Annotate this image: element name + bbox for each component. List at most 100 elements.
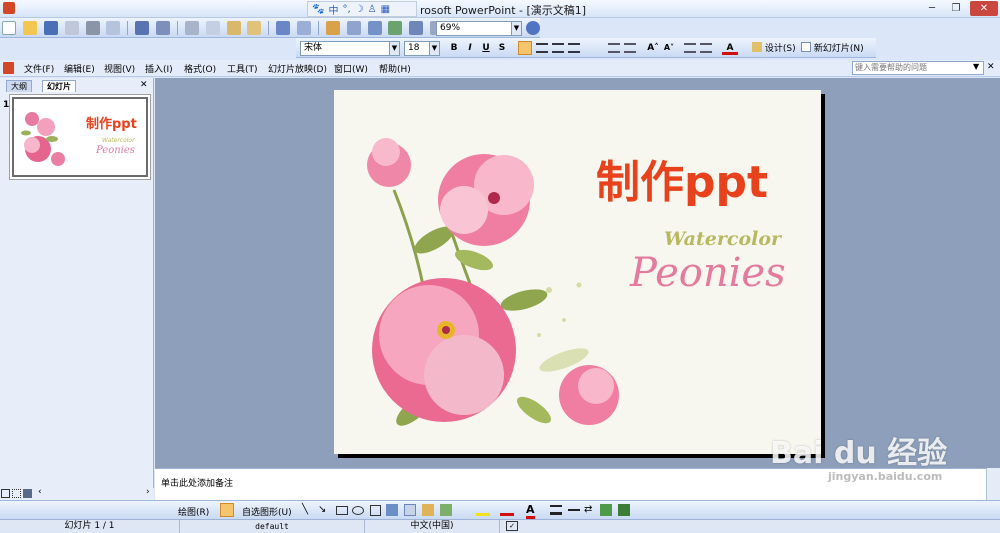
scroll-right-icon[interactable]: › bbox=[146, 487, 150, 497]
ime-mode[interactable]: 中 bbox=[328, 2, 338, 17]
menu-help[interactable]: 帮助(H) bbox=[379, 62, 411, 75]
line-color-icon[interactable] bbox=[500, 504, 514, 516]
menu-format[interactable]: 格式(O) bbox=[184, 62, 216, 75]
bold-button[interactable]: B bbox=[448, 41, 460, 55]
align-center-icon[interactable] bbox=[536, 43, 548, 53]
close-button[interactable]: ✕ bbox=[970, 1, 998, 16]
app-icon[interactable] bbox=[3, 2, 15, 14]
paste-icon[interactable] bbox=[226, 21, 241, 35]
close-pane-icon[interactable]: ✕ bbox=[140, 80, 148, 90]
italic-button[interactable]: I bbox=[464, 41, 476, 55]
spellcheck-icon[interactable]: ✓ bbox=[506, 521, 518, 531]
minimize-button[interactable]: ─ bbox=[920, 1, 944, 16]
help-search-input[interactable]: 键入需要帮助的问题 bbox=[852, 61, 984, 75]
shrink-font-icon[interactable]: A˅ bbox=[662, 41, 676, 55]
slide-thumbnail[interactable]: 制作ppt Watercolor Peonies bbox=[12, 97, 148, 177]
shadow-button[interactable]: S bbox=[496, 41, 508, 55]
align-left-icon[interactable] bbox=[518, 41, 532, 55]
arrow-icon[interactable]: ↘ bbox=[318, 504, 326, 515]
paw-icon[interactable]: 🐾 bbox=[312, 4, 324, 15]
align-right-icon[interactable] bbox=[552, 43, 564, 53]
font-combo[interactable]: 宋体 ▼ bbox=[300, 41, 400, 56]
increase-indent-icon[interactable] bbox=[700, 43, 712, 53]
scroll-left-icon[interactable]: ‹ bbox=[38, 487, 42, 497]
close-doc-icon[interactable]: ✕ bbox=[987, 62, 995, 72]
zoom-combo[interactable]: 69% ▼ bbox=[436, 21, 522, 36]
decrease-indent-icon[interactable] bbox=[684, 43, 696, 53]
slide-subtitle-1[interactable]: Watercolor bbox=[664, 228, 781, 250]
permission-icon[interactable] bbox=[64, 21, 79, 35]
autoshapes-button[interactable]: 自选图形(U) bbox=[242, 505, 292, 518]
bullets-icon[interactable] bbox=[624, 43, 636, 53]
dash-style-icon[interactable] bbox=[568, 509, 580, 511]
diagram-icon[interactable] bbox=[404, 504, 416, 516]
wordart-icon[interactable] bbox=[386, 504, 398, 516]
menu-view[interactable]: 视图(V) bbox=[104, 62, 135, 75]
new-icon[interactable] bbox=[2, 21, 16, 35]
fill-color-icon[interactable] bbox=[476, 504, 490, 516]
open-icon[interactable] bbox=[22, 21, 37, 35]
menu-window[interactable]: 窗口(W) bbox=[334, 62, 368, 75]
tab-slides[interactable]: 幻灯片 bbox=[42, 80, 76, 92]
table-icon[interactable] bbox=[346, 21, 361, 35]
print-icon[interactable] bbox=[85, 21, 100, 35]
tab-outline[interactable]: 大纲 bbox=[6, 80, 32, 92]
chevron-down-icon[interactable]: ▼ bbox=[389, 42, 399, 55]
notes-scrollbar[interactable] bbox=[986, 468, 1000, 500]
vertical-scrollbar[interactable] bbox=[986, 78, 1000, 468]
chart-icon[interactable] bbox=[325, 21, 340, 35]
tables-borders-icon[interactable] bbox=[367, 21, 382, 35]
font-color-icon[interactable]: A bbox=[722, 41, 738, 55]
grid-show-icon[interactable] bbox=[409, 21, 424, 35]
design-button[interactable]: 设计(S) bbox=[752, 41, 796, 54]
draw-menu-button[interactable]: 绘图(R) bbox=[178, 505, 209, 518]
line-style-icon[interactable] bbox=[550, 505, 562, 515]
picture-icon[interactable] bbox=[440, 504, 452, 516]
shadow-style-icon[interactable] bbox=[600, 504, 612, 516]
menu-edit[interactable]: 编辑(E) bbox=[64, 62, 95, 75]
normal-view-icon[interactable] bbox=[1, 489, 10, 498]
chevron-down-icon[interactable]: ▼ bbox=[429, 42, 439, 55]
arrow-style-icon[interactable]: ⇄ bbox=[584, 504, 592, 515]
moon-icon[interactable]: ☽ bbox=[355, 4, 364, 15]
redo-icon[interactable] bbox=[297, 21, 311, 35]
chevron-down-icon[interactable]: ▼ bbox=[973, 62, 979, 71]
slideshow-view-icon[interactable] bbox=[23, 489, 32, 498]
rectangle-icon[interactable] bbox=[336, 506, 348, 515]
line-icon[interactable]: ╲ bbox=[302, 504, 308, 515]
slide-subtitle-2[interactable]: Peonies bbox=[630, 250, 786, 296]
grid-icon[interactable]: ▦ bbox=[381, 4, 390, 15]
menu-file[interactable]: 文件(F) bbox=[24, 62, 54, 75]
3d-style-icon[interactable] bbox=[618, 504, 630, 516]
font-size-combo[interactable]: 18 ▼ bbox=[404, 41, 440, 56]
copy-icon[interactable] bbox=[205, 21, 220, 35]
textbox-icon[interactable] bbox=[370, 505, 381, 516]
chevron-down-icon[interactable]: ▼ bbox=[511, 22, 521, 35]
spelling-icon[interactable] bbox=[135, 21, 150, 35]
restore-button[interactable]: ❐ bbox=[944, 1, 968, 16]
menu-insert[interactable]: 插入(I) bbox=[145, 62, 173, 75]
format-painter-icon[interactable] bbox=[247, 21, 262, 35]
menu-slideshow[interactable]: 幻灯片放映(D) bbox=[268, 62, 327, 75]
slide-canvas[interactable]: 制作ppt Watercolor Peonies bbox=[334, 90, 821, 454]
new-slide-button[interactable]: 新幻灯片(N) bbox=[801, 41, 864, 54]
menu-tools[interactable]: 工具(T) bbox=[227, 62, 258, 75]
document-icon[interactable] bbox=[3, 62, 14, 74]
preview-icon[interactable] bbox=[106, 21, 121, 35]
slide-title[interactable]: 制作ppt bbox=[596, 146, 768, 210]
cut-icon[interactable] bbox=[184, 21, 199, 35]
user-icon[interactable]: ♙ bbox=[368, 4, 377, 15]
save-icon[interactable] bbox=[43, 21, 58, 35]
undo-icon[interactable] bbox=[276, 21, 291, 35]
research-icon[interactable] bbox=[156, 21, 170, 35]
help-icon[interactable] bbox=[526, 21, 540, 35]
clipart-icon[interactable] bbox=[422, 504, 434, 516]
grow-font-icon[interactable]: A˄ bbox=[646, 41, 660, 55]
select-objects-icon[interactable] bbox=[220, 503, 234, 517]
numbering-icon[interactable] bbox=[608, 43, 620, 53]
underline-button[interactable]: U bbox=[480, 41, 492, 55]
oval-icon[interactable] bbox=[352, 506, 364, 515]
justify-icon[interactable] bbox=[568, 43, 580, 53]
insert-picture-icon[interactable] bbox=[388, 21, 403, 35]
punct-icon[interactable]: °, bbox=[342, 4, 350, 15]
